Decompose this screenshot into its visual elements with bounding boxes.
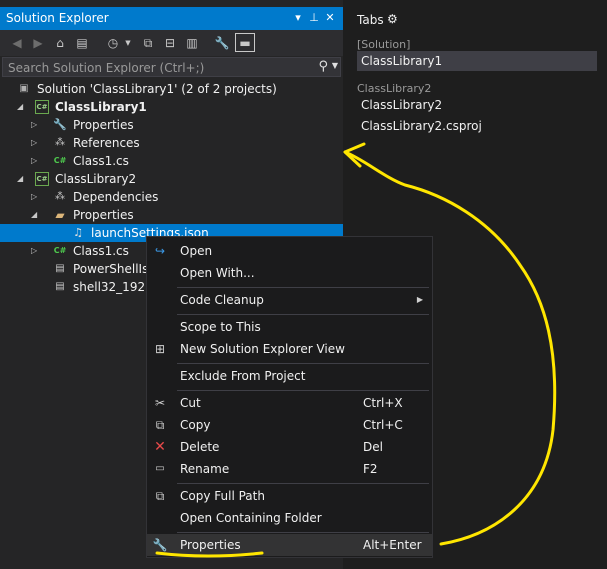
menu-separator	[177, 390, 429, 391]
switch-views-icon[interactable]: ▤	[73, 34, 91, 52]
tree-item-project-classlibrary1[interactable]: ◢ C# ClassLibrary1	[0, 98, 343, 116]
menu-separator	[177, 363, 429, 364]
file-icon: ▤	[55, 263, 65, 274]
panel-title: Solution Explorer	[6, 11, 109, 25]
tab-item-classlibrary1[interactable]: ClassLibrary1	[357, 51, 597, 71]
csharp-file-icon: C#	[53, 156, 67, 165]
tree-item-class1[interactable]: ▷ C# Class1.cs	[0, 152, 343, 170]
csharp-file-icon: C#	[53, 246, 67, 255]
solution-icon: ▣	[19, 83, 29, 94]
menu-item-exclude-from-project[interactable]: Exclude From Project	[147, 365, 432, 387]
gear-icon[interactable]: ⚙	[387, 12, 398, 26]
collapse-arrow-icon[interactable]: ▷	[31, 242, 41, 260]
collapse-all-icon[interactable]: ⊟	[161, 34, 179, 52]
submenu-arrow-icon: ▶	[416, 295, 423, 304]
tree-item-dependencies[interactable]: ▷ ⁂ Dependencies	[0, 188, 343, 206]
expand-arrow-icon[interactable]: ◢	[17, 170, 27, 188]
solution-explorer-toolbar: ◀ ▶ ⌂ ▤ ◷ ▼ ⧉ ⊟ ▥ 🔧 ▬	[0, 30, 343, 56]
home-icon[interactable]: ⌂	[51, 34, 69, 52]
json-file-icon: ♫	[73, 226, 83, 239]
search-input[interactable]: Search Solution Explorer (Ctrl+;) ⚲ ▼	[2, 57, 341, 77]
menu-item-rename[interactable]: ▭ Rename F2	[147, 458, 432, 480]
search-options-chevron-icon[interactable]: ▼	[332, 61, 338, 70]
menu-item-cut[interactable]: ✂ Cut Ctrl+X	[147, 392, 432, 414]
tree-item-properties[interactable]: ◢ ▰ Properties	[0, 206, 343, 224]
tab-item-classlibrary2[interactable]: ClassLibrary2	[357, 95, 597, 115]
tree-item-properties[interactable]: ▷ 🔧 Properties	[0, 116, 343, 134]
collapse-arrow-icon[interactable]: ▷	[31, 188, 41, 206]
rename-icon: ▭	[155, 463, 165, 474]
menu-item-scope-to-this[interactable]: Scope to This	[147, 316, 432, 338]
tree-item-solution[interactable]: ▣ Solution 'ClassLibrary1' (2 of 2 proje…	[0, 80, 343, 98]
menu-item-open-containing-folder[interactable]: Open Containing Folder	[147, 507, 432, 529]
folder-icon: ▰	[55, 208, 65, 222]
menu-item-copy[interactable]: ⧉ Copy Ctrl+C	[147, 414, 432, 436]
delete-x-icon: ✕	[154, 439, 166, 455]
menu-separator	[177, 314, 429, 315]
expand-arrow-icon[interactable]: ◢	[17, 98, 27, 116]
pin-icon[interactable]: ⊥	[307, 10, 321, 26]
preview-selected-icon[interactable]: ▬	[235, 33, 255, 52]
collapse-arrow-icon[interactable]: ▷	[31, 134, 41, 152]
menu-item-properties[interactable]: 🔧 Properties Alt+Enter	[147, 534, 432, 556]
menu-separator	[177, 483, 429, 484]
group-label-classlibrary2: ClassLibrary2	[357, 82, 432, 95]
wrench-icon: 🔧	[53, 118, 67, 131]
open-arrow-icon: ↪	[154, 244, 166, 258]
collapse-arrow-icon[interactable]: ▷	[31, 116, 41, 134]
wrench-icon: 🔧	[152, 538, 168, 552]
menu-separator	[177, 287, 429, 288]
menu-item-new-solution-explorer-view[interactable]: ⊞ New Solution Explorer View	[147, 338, 432, 360]
collapse-arrow-icon[interactable]: ▷	[31, 152, 41, 170]
dependencies-icon: ⁂	[55, 191, 65, 202]
new-view-icon: ⊞	[154, 342, 166, 356]
group-label-solution: [Solution]	[357, 38, 411, 51]
file-icon: ▤	[55, 281, 65, 292]
menu-item-open-with[interactable]: Open With...	[147, 262, 432, 284]
tabs-title: Tabs	[357, 13, 384, 27]
csharp-project-icon: C#	[35, 172, 49, 186]
menu-separator	[177, 532, 429, 533]
close-icon[interactable]: ✕	[323, 10, 337, 26]
tab-item-classlibrary2-csproj[interactable]: ClassLibrary2.csproj	[357, 116, 597, 136]
sync-icon[interactable]: ⧉	[139, 34, 157, 52]
chevron-down-icon[interactable]: ▼	[119, 34, 137, 52]
expand-arrow-icon[interactable]: ◢	[31, 206, 41, 224]
properties-wrench-icon[interactable]: 🔧	[213, 34, 231, 52]
csharp-project-icon: C#	[35, 100, 49, 114]
solution-explorer-titlebar: Solution Explorer ▾ ⊥ ✕	[0, 7, 343, 30]
menu-item-delete[interactable]: ✕ Delete Del	[147, 436, 432, 458]
context-menu: ↪ Open Open With... Code Cleanup ▶ Scope…	[146, 236, 433, 558]
tree-item-project-classlibrary2[interactable]: ◢ C# ClassLibrary2	[0, 170, 343, 188]
copy-path-icon: ⧉	[155, 489, 165, 503]
menu-item-open[interactable]: ↪ Open	[147, 240, 432, 262]
menu-item-code-cleanup[interactable]: Code Cleanup ▶	[147, 289, 432, 311]
scissors-icon: ✂	[154, 396, 166, 410]
back-icon[interactable]: ◀	[8, 34, 26, 52]
search-icon[interactable]: ⚲	[318, 59, 328, 74]
forward-icon[interactable]: ▶	[29, 34, 47, 52]
show-all-files-icon[interactable]: ▥	[183, 34, 201, 52]
search-placeholder: Search Solution Explorer (Ctrl+;)	[8, 61, 205, 75]
menu-item-copy-full-path[interactable]: ⧉ Copy Full Path	[147, 485, 432, 507]
window-position-icon[interactable]: ▾	[291, 10, 305, 26]
tree-item-references[interactable]: ▷ ⁂ References	[0, 134, 343, 152]
copy-icon: ⧉	[155, 418, 165, 432]
references-icon: ⁂	[55, 137, 65, 148]
